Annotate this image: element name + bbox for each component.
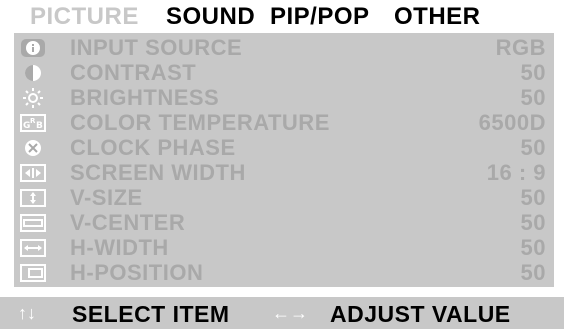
svg-text:B: B bbox=[36, 121, 43, 131]
menu-item-v-center[interactable]: V-CENTER 50 bbox=[14, 210, 554, 235]
tab-sound[interactable]: SOUND bbox=[166, 3, 255, 31]
info-icon bbox=[20, 38, 46, 58]
osd-menu: PICTURE SOUND PIP/POP OTHER INPUT SOURCE… bbox=[0, 0, 564, 329]
tab-picture[interactable]: PICTURE bbox=[30, 3, 139, 31]
up-down-arrows-icon: ↑↓ bbox=[18, 303, 36, 323]
menu-item-contrast[interactable]: CONTRAST 50 bbox=[14, 60, 554, 85]
clock-phase-icon bbox=[20, 138, 46, 158]
menu-item-value: 50 bbox=[520, 210, 546, 235]
select-item-hint: SELECT ITEM bbox=[72, 301, 230, 327]
menu-item-input-source[interactable]: INPUT SOURCE RGB bbox=[14, 35, 554, 60]
menu-item-brightness[interactable]: BRIGHTNESS 50 bbox=[14, 85, 554, 110]
h-position-icon bbox=[20, 263, 46, 283]
v-center-icon bbox=[20, 213, 46, 233]
v-size-icon bbox=[20, 188, 46, 208]
menu-item-label: CONTRAST bbox=[70, 60, 197, 85]
menu-item-value: RGB bbox=[495, 35, 546, 60]
menu-item-clock-phase[interactable]: CLOCK PHASE 50 bbox=[14, 135, 554, 160]
adjust-value-hint: ADJUST VALUE bbox=[330, 301, 511, 327]
menu-item-value: 50 bbox=[520, 85, 546, 110]
menu-item-label: INPUT SOURCE bbox=[70, 35, 243, 60]
menu-item-value: 6500D bbox=[478, 110, 546, 135]
menu-item-h-width[interactable]: H-WIDTH 50 bbox=[14, 235, 554, 260]
menu-item-label: BRIGHTNESS bbox=[70, 85, 220, 110]
menu-item-value: 50 bbox=[520, 235, 546, 260]
menu-item-label: H-WIDTH bbox=[70, 235, 169, 260]
screen-width-icon bbox=[20, 163, 46, 183]
menu-item-v-size[interactable]: V-SIZE 50 bbox=[14, 185, 554, 210]
menu-item-label: COLOR TEMPERATURE bbox=[70, 110, 330, 135]
left-right-arrows-icon: ←→ bbox=[272, 303, 308, 323]
menu-item-value: 50 bbox=[520, 60, 546, 85]
menu-item-h-position[interactable]: H-POSITION 50 bbox=[14, 260, 554, 285]
menu-item-label: H-POSITION bbox=[70, 260, 204, 285]
contrast-icon bbox=[20, 63, 46, 83]
tab-other[interactable]: OTHER bbox=[394, 3, 481, 31]
tab-pip-pop[interactable]: PIP/POP bbox=[270, 3, 370, 31]
key-hint-bar: ↑↓ SELECT ITEM ←→ ADJUST VALUE bbox=[0, 297, 564, 329]
settings-panel: INPUT SOURCE RGB CONTRAST 50 BRIGHTNESS … bbox=[14, 33, 554, 287]
menu-item-label: CLOCK PHASE bbox=[70, 135, 236, 160]
brightness-icon bbox=[20, 88, 46, 108]
menu-item-value: 50 bbox=[520, 185, 546, 210]
menu-item-label: SCREEN WIDTH bbox=[70, 160, 246, 185]
menu-item-label: V-SIZE bbox=[70, 185, 143, 210]
menu-item-screen-width[interactable]: SCREEN WIDTH 16 : 9 bbox=[14, 160, 554, 185]
menu-item-value: 50 bbox=[520, 260, 546, 285]
h-width-icon bbox=[20, 238, 46, 258]
menu-item-value: 16 : 9 bbox=[486, 160, 546, 185]
tab-bar: PICTURE SOUND PIP/POP OTHER bbox=[0, 0, 564, 34]
menu-item-value: 50 bbox=[520, 135, 546, 160]
menu-item-label: V-CENTER bbox=[70, 210, 186, 235]
color-temperature-icon: G R B bbox=[20, 113, 46, 133]
menu-item-color-temperature[interactable]: G R B COLOR TEMPERATURE 6500D bbox=[14, 110, 554, 135]
